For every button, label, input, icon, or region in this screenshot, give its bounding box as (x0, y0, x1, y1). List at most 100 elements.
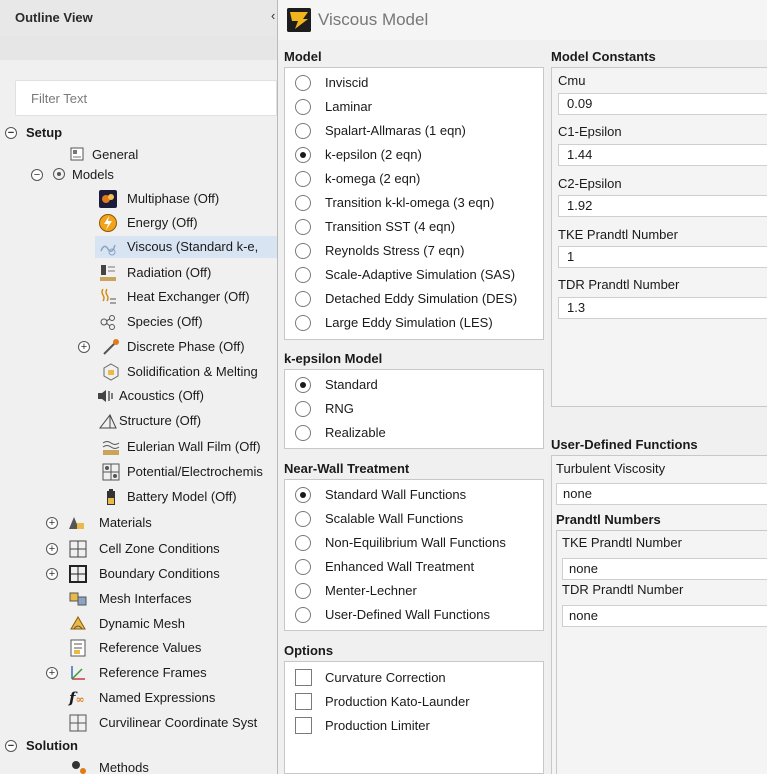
collapse-icon[interactable]: − (5, 127, 17, 139)
turbulent-viscosity-label: Turbulent Viscosity (556, 461, 666, 476)
tree-item-potential[interactable]: Potential/Electrochemis (0, 461, 280, 483)
tree-item-dynamic-mesh[interactable]: Dynamic Mesh (0, 613, 280, 635)
tdr-prandtl-input[interactable]: 1.3 (558, 297, 767, 319)
udf-section-title: User-Defined Functions (551, 437, 698, 452)
tree-item-models[interactable]: − Models (0, 164, 280, 186)
tree-item-cell-zone-conditions[interactable]: + Cell Zone Conditions (0, 538, 280, 560)
radio-button[interactable] (295, 219, 311, 235)
udf-tdr-prandtl-dropdown[interactable]: none (562, 605, 767, 627)
tree-item-methods[interactable]: Methods (0, 757, 280, 774)
dialog-titlebar: Viscous Model (278, 0, 767, 40)
tree-item-heat-exchanger[interactable]: Heat Exchanger (Off) (0, 286, 280, 308)
tree-item-battery-model[interactable]: Battery Model (Off) (0, 486, 280, 508)
udf-tke-prandtl-dropdown[interactable]: none (562, 558, 767, 580)
discrete-phase-icon (103, 339, 119, 355)
tree-item-acoustics[interactable]: Acoustics (Off) (0, 385, 280, 407)
tree-item-solution[interactable]: − Solution (0, 735, 280, 757)
tree-label: Viscous (Standard k-e, (127, 239, 259, 254)
radio-button[interactable] (295, 75, 311, 91)
radio-button[interactable] (295, 123, 311, 139)
tree-label: Reference Values (99, 640, 202, 655)
tree-item-setup[interactable]: − Setup (0, 122, 280, 144)
collapse-icon[interactable]: − (31, 169, 43, 181)
app-logo-icon (287, 8, 311, 32)
checkbox-label: Curvature Correction (325, 670, 446, 685)
radio-label: Menter-Lechner (325, 583, 417, 598)
expand-icon[interactable]: + (46, 543, 58, 555)
radio-button[interactable] (295, 99, 311, 115)
filter-text-input[interactable] (16, 81, 276, 115)
collapse-icon[interactable]: − (5, 740, 17, 752)
radio-button[interactable] (295, 425, 311, 441)
radio-button[interactable] (295, 511, 311, 527)
radio-button[interactable] (295, 171, 311, 187)
tree-item-boundary-conditions[interactable]: + Boundary Conditions (0, 563, 280, 585)
tree-item-energy[interactable]: Energy (Off) (0, 212, 280, 234)
radio-button[interactable] (295, 291, 311, 307)
udf-tke-prandtl-label: TKE Prandtl Number (562, 535, 682, 550)
model-group: Inviscid Laminar Spalart-Allmaras (1 eqn… (284, 67, 544, 340)
expand-icon[interactable]: + (46, 517, 58, 529)
radio-label: Enhanced Wall Treatment (325, 559, 475, 574)
tke-prandtl-input[interactable]: 1 (558, 246, 767, 268)
methods-icon (72, 761, 86, 774)
radio-button[interactable] (295, 267, 311, 283)
expand-icon[interactable]: + (46, 568, 58, 580)
tree-item-discrete-phase[interactable]: + Discrete Phase (Off) (0, 336, 280, 358)
radio-label: Inviscid (325, 75, 369, 90)
tree-item-curvilinear[interactable]: Curvilinear Coordinate Syst (0, 712, 280, 734)
radio-label: User-Defined Wall Functions (325, 607, 490, 622)
checkbox[interactable] (295, 669, 312, 686)
expand-icon[interactable]: + (46, 667, 58, 679)
radio-button[interactable] (295, 147, 311, 163)
tree-label: Mesh Interfaces (99, 591, 192, 606)
radio-button[interactable] (295, 607, 311, 623)
tree-item-reference-frames[interactable]: + Reference Frames (0, 662, 280, 684)
collapse-arrow-icon[interactable]: ‹ (271, 8, 275, 23)
k-epsilon-group: Standard RNG Realizable (284, 369, 544, 449)
radio-label: Laminar (325, 99, 372, 114)
radio-label: Standard (325, 377, 378, 392)
tree-item-species[interactable]: Species (Off) (0, 311, 280, 333)
tree-item-structure[interactable]: Structure (Off) (0, 410, 280, 432)
tree-item-reference-values[interactable]: Reference Values (0, 637, 280, 659)
tree-item-mesh-interfaces[interactable]: Mesh Interfaces (0, 588, 280, 610)
heat-exchanger-icon (101, 288, 116, 304)
radio-label: RNG (325, 401, 354, 416)
tree-item-solidification[interactable]: Solidification & Melting (0, 361, 280, 383)
radio-button[interactable] (295, 583, 311, 599)
checkbox[interactable] (295, 693, 312, 710)
radio-button[interactable] (295, 315, 311, 331)
outline-toolbar (0, 36, 280, 60)
radio-label: Realizable (325, 425, 386, 440)
tree-item-multiphase[interactable]: Multiphase (Off) (0, 188, 280, 210)
radio-button[interactable] (295, 195, 311, 211)
radio-label: Detached Eddy Simulation (DES) (325, 291, 518, 306)
tree-label: Solution (26, 738, 78, 753)
tree-item-viscous[interactable]: Viscous (Standard k-e, (95, 236, 280, 258)
filter-box[interactable] (15, 80, 277, 116)
tree-item-materials[interactable]: + Materials (0, 512, 280, 534)
tree-label: Battery Model (Off) (127, 489, 237, 504)
radio-button[interactable] (295, 401, 311, 417)
c1-epsilon-input[interactable]: 1.44 (558, 144, 767, 166)
radio-button[interactable] (295, 559, 311, 575)
radio-button[interactable] (295, 487, 311, 503)
tree-item-radiation[interactable]: Radiation (Off) (0, 262, 280, 284)
expand-icon[interactable]: + (78, 341, 90, 353)
radio-button[interactable] (295, 377, 311, 393)
c2-epsilon-input[interactable]: 1.92 (558, 195, 767, 217)
radio-button[interactable] (295, 535, 311, 551)
cmu-input[interactable]: 0.09 (558, 93, 767, 115)
tree-label: Structure (Off) (119, 413, 202, 428)
tree-item-general[interactable]: General (0, 144, 280, 166)
tree-label: Species (Off) (127, 314, 203, 329)
turbulent-viscosity-dropdown[interactable]: none (556, 483, 767, 505)
tree-label: Heat Exchanger (Off) (127, 289, 250, 304)
tree-item-named-expressions[interactable]: f∞ Named Expressions (0, 687, 280, 709)
radio-button[interactable] (295, 243, 311, 259)
near-wall-group: Standard Wall Functions Scalable Wall Fu… (284, 479, 544, 631)
checkbox[interactable] (295, 717, 312, 734)
tree-label: Setup (26, 125, 63, 140)
tree-item-eulerian-wall-film[interactable]: Eulerian Wall Film (Off) (0, 436, 280, 458)
